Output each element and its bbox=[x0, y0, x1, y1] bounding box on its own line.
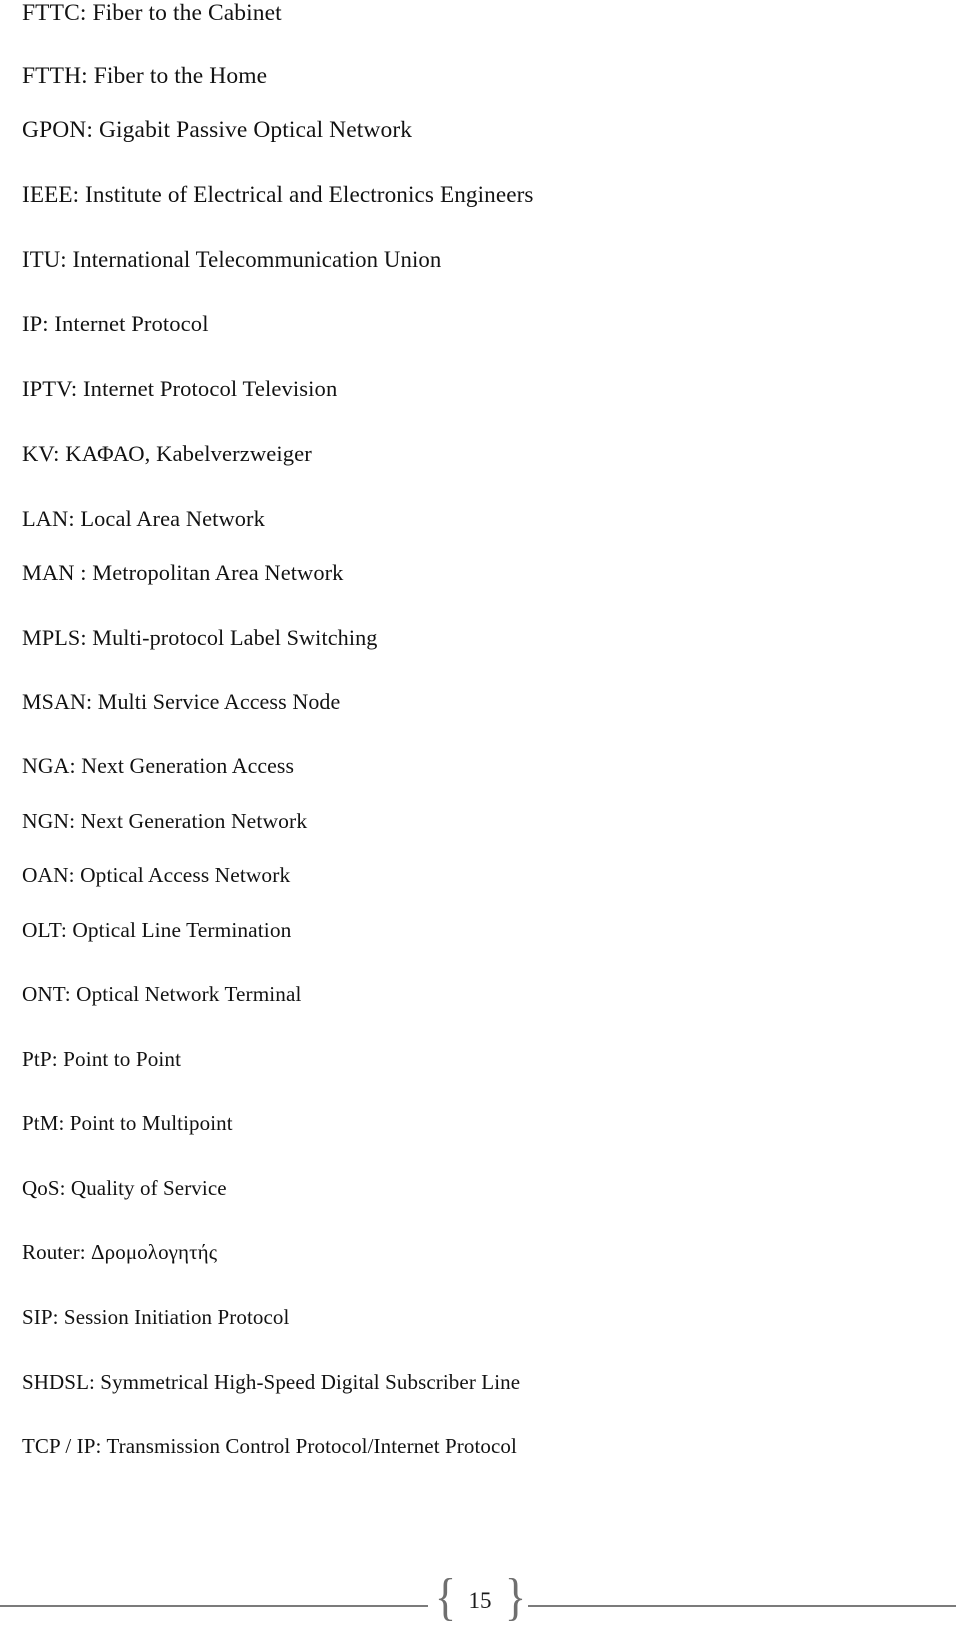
list-item: MAN : Metropolitan Area Network bbox=[22, 560, 344, 585]
list-item: KV: ΚΑΦΑΟ, Kabelverzweiger bbox=[22, 441, 312, 466]
footer-rule-left bbox=[0, 1605, 428, 1607]
list-item: SHDSL: Symmetrical High-Speed Digital Su… bbox=[22, 1370, 521, 1394]
list-item: FTTC: Fiber to the Cabinet bbox=[22, 0, 282, 26]
list-item: FTTH: Fiber to the Home bbox=[22, 63, 268, 89]
list-item: NGA: Next Generation Access bbox=[22, 754, 295, 778]
footer-rule-right bbox=[528, 1605, 956, 1607]
page-number: 15 bbox=[468, 1587, 492, 1613]
list-item: ITU: International Telecommunication Uni… bbox=[22, 247, 442, 272]
page-footer: { 15 } bbox=[0, 1565, 960, 1634]
list-item: NGN: Next Generation Network bbox=[22, 809, 308, 833]
list-item: PtM: Point to Multipoint bbox=[22, 1111, 233, 1135]
document-page: FTTC: Fiber to the Cabinet FTTH: Fiber t… bbox=[0, 0, 960, 1634]
list-item: QoS: Quality of Service bbox=[22, 1176, 227, 1200]
list-item: Router: Δρομολογητής bbox=[22, 1240, 218, 1264]
list-item: IEEE: Institute of Electrical and Electr… bbox=[22, 182, 534, 208]
list-item: OAN: Optical Access Network bbox=[22, 863, 291, 887]
list-item: IPTV: Internet Protocol Television bbox=[22, 376, 338, 401]
page-number-ornament: { 15 } bbox=[420, 1565, 540, 1634]
list-item: OLT: Optical Line Termination bbox=[22, 918, 292, 942]
list-item: SIP: Session Initiation Protocol bbox=[22, 1305, 290, 1329]
list-item: GPON: Gigabit Passive Optical Network bbox=[22, 117, 413, 143]
list-item: IP: Internet Protocol bbox=[22, 311, 209, 336]
list-item: TCP / IP: Transmission Control Protocol/… bbox=[22, 1434, 517, 1458]
list-item: MPLS: Multi-protocol Label Switching bbox=[22, 625, 378, 650]
list-item: MSAN: Multi Service Access Node bbox=[22, 689, 341, 714]
left-curly-brace-icon: { bbox=[434, 1568, 456, 1626]
list-item: LAN: Local Area Network bbox=[22, 506, 265, 531]
right-curly-brace-icon: } bbox=[504, 1568, 526, 1626]
list-item: PtP: Point to Point bbox=[22, 1047, 182, 1071]
list-item: ONT: Optical Network Terminal bbox=[22, 982, 302, 1006]
